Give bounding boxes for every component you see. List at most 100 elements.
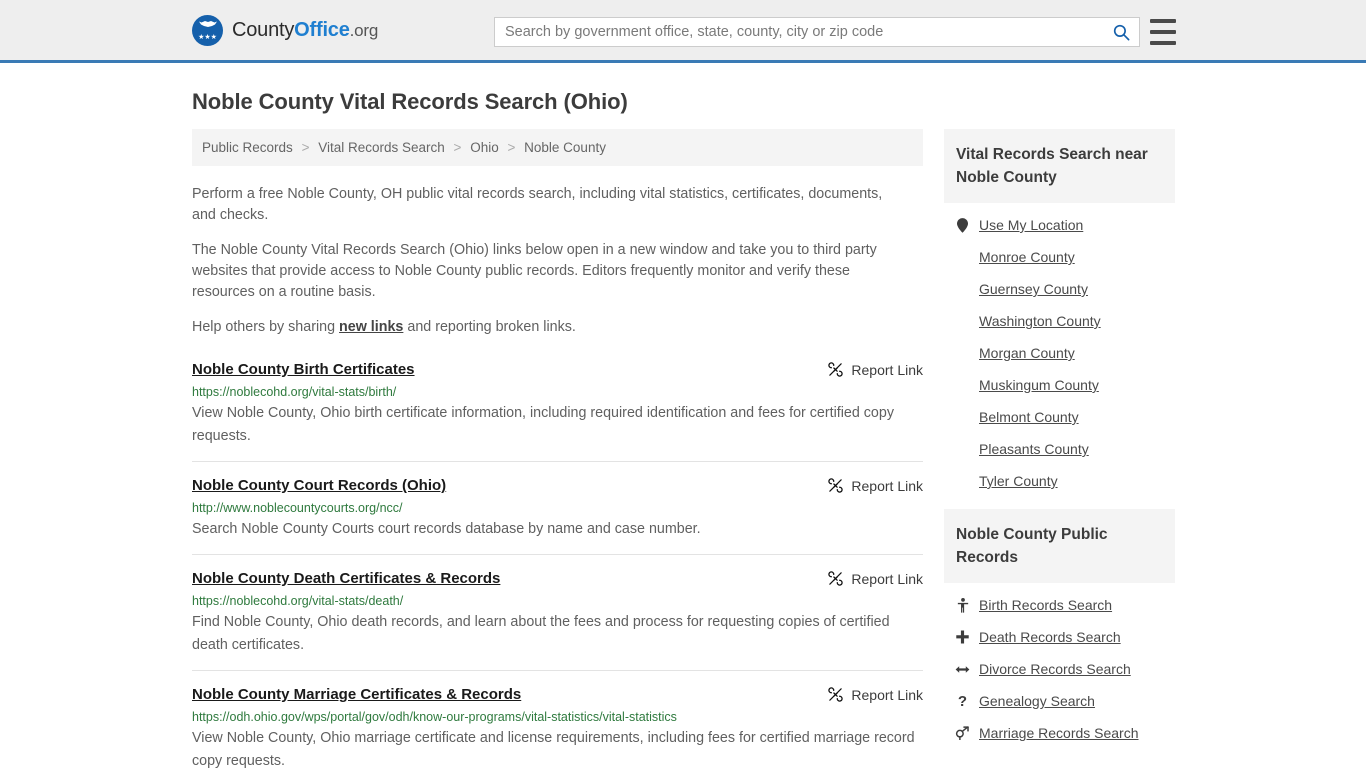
sidebar-list-item[interactable]: Divorce Records Search (944, 653, 1175, 685)
broken-link-icon (828, 687, 844, 702)
sidebar-list-item[interactable]: Birth Records Search (944, 589, 1175, 621)
result-title-link[interactable]: Noble County Court Records (Ohio) (192, 476, 446, 495)
search-bar[interactable] (494, 17, 1140, 47)
sidebar-item-label[interactable]: Death Records Search (979, 629, 1121, 645)
breadcrumb-separator: > (453, 140, 462, 155)
hamburger-menu-icon[interactable] (1150, 19, 1176, 45)
sidebar-list-item[interactable]: Monroe County (944, 241, 1175, 273)
report-link-label: Report Link (851, 477, 923, 494)
left-right-arrow-icon (955, 665, 970, 673)
breadcrumb-item-ohio[interactable]: Ohio (470, 140, 499, 155)
sidebar-list-item[interactable]: ? Genealogy Search (944, 685, 1175, 717)
menu-bar (1150, 19, 1176, 23)
sidebar-list-item[interactable]: Morgan County (944, 337, 1175, 369)
logo-text-county: County (232, 18, 295, 41)
menu-bar (1150, 41, 1176, 45)
sidebar-item-label[interactable]: Morgan County (979, 345, 1075, 361)
sidebar-item-label[interactable]: Use My Location (979, 217, 1083, 233)
baby-icon (957, 597, 968, 613)
site-header: ★★★ CountyOffice.org (0, 0, 1366, 63)
intro-text-before: Help others by sharing (192, 319, 340, 335)
result-item: Noble County Court Records (Ohio) Report… (192, 476, 923, 555)
nearby-vital-records-box: Vital Records Search near Noble County U… (944, 129, 1175, 501)
report-link-button[interactable]: Report Link (827, 477, 923, 494)
sidebar-item-label[interactable]: Guernsey County (979, 281, 1088, 297)
sidebar-list-item[interactable]: Pleasants County (944, 433, 1175, 465)
sidebar-list-item[interactable]: Death Records Search (944, 621, 1175, 653)
venus-mars-icon (955, 726, 970, 740)
logo-text-org: .org (349, 20, 379, 40)
result-header: Noble County Court Records (Ohio) Report… (192, 476, 923, 495)
sidebar-item-label[interactable]: Belmont County (979, 409, 1079, 425)
intro-paragraph-1: Perform a free Noble County, OH public v… (192, 186, 883, 223)
sidebar-item-label[interactable]: Washington County (979, 313, 1101, 329)
search-input[interactable] (495, 24, 1103, 40)
logo-text-office: Office (294, 18, 350, 41)
sidebar-item-label[interactable]: Tyler County (979, 473, 1058, 489)
sidebar-list-item[interactable]: Washington County (944, 305, 1175, 337)
sidebar-item-label[interactable]: Genealogy Search (979, 693, 1095, 709)
public-records-list: Birth Records Search Death Records Searc… (944, 583, 1175, 753)
result-item: Noble County Birth Certificates Report L… (192, 360, 923, 462)
result-url[interactable]: https://noblecohd.org/vital-stats/death/ (192, 593, 923, 609)
nearby-heading: Vital Records Search near Noble County (944, 129, 1175, 203)
logo-stars: ★★★ (198, 33, 217, 41)
result-title-link[interactable]: Noble County Marriage Certificates & Rec… (192, 685, 521, 704)
sidebar-item-label[interactable]: Monroe County (979, 249, 1075, 265)
result-url[interactable]: https://noblecohd.org/vital-stats/birth/ (192, 384, 923, 400)
result-description: Find Noble County, Ohio death records, a… (192, 614, 890, 653)
breadcrumb-item-public-records[interactable]: Public Records (202, 140, 293, 155)
sidebar-item-label[interactable]: Pleasants County (979, 441, 1089, 457)
sidebar-list-item[interactable]: Use My Location (944, 209, 1175, 241)
report-link-button[interactable]: Report Link (827, 361, 923, 378)
breadcrumb-separator: > (301, 140, 310, 155)
intro-paragraph-3: Help others by sharing new links and rep… (192, 317, 907, 338)
result-item: Noble County Marriage Certificates & Rec… (192, 685, 923, 768)
result-url[interactable]: https://odh.ohio.gov/wps/portal/gov/odh/… (192, 709, 923, 725)
result-header: Noble County Marriage Certificates & Rec… (192, 685, 923, 704)
sidebar-list-item[interactable]: Guernsey County (944, 273, 1175, 305)
broken-link-icon (828, 571, 844, 586)
report-link-button[interactable]: Report Link (827, 686, 923, 703)
map-pin-icon (955, 217, 970, 233)
sidebar-item-label[interactable]: Divorce Records Search (979, 661, 1131, 677)
search-button[interactable] (1103, 18, 1139, 46)
page-title: Noble County Vital Records Search (Ohio) (192, 89, 628, 114)
result-description: Search Noble County Courts court records… (192, 521, 701, 537)
result-description: View Noble County, Ohio marriage certifi… (192, 730, 915, 768)
content-columns: Public Records > Vital Records Search > … (192, 129, 1175, 768)
report-link-button[interactable]: Report Link (827, 570, 923, 587)
map-pin-icon (957, 217, 968, 233)
intro-section: Perform a free Noble County, OH public v… (192, 184, 923, 338)
sidebar-list-item[interactable]: Marriage Records Search (944, 717, 1175, 749)
new-links-link[interactable]: new links (339, 319, 403, 335)
logo-wordmark: CountyOffice.org (232, 19, 378, 42)
cross-icon (956, 630, 969, 644)
baby-icon (955, 597, 970, 613)
sidebar-item-label[interactable]: Muskingum County (979, 377, 1099, 393)
report-link-label: Report Link (851, 686, 923, 703)
page-container: Noble County Vital Records Search (Ohio)… (0, 89, 1366, 768)
breadcrumb-item-vital-records-search[interactable]: Vital Records Search (318, 140, 445, 155)
question-mark-icon: ? (957, 692, 968, 710)
result-url[interactable]: http://www.noblecountycourts.org/ncc/ (192, 500, 923, 516)
sidebar-item-label[interactable]: Marriage Records Search (979, 725, 1139, 741)
question-mark-icon: ? (955, 694, 970, 709)
broken-link-icon (828, 362, 844, 377)
public-records-heading: Noble County Public Records (944, 509, 1175, 583)
intro-text-after: and reporting broken links. (403, 319, 576, 335)
result-title-link[interactable]: Noble County Birth Certificates (192, 360, 415, 379)
left-right-arrow-icon (955, 664, 970, 675)
result-item: Noble County Death Certificates & Record… (192, 569, 923, 671)
sidebar-list-item[interactable]: Muskingum County (944, 369, 1175, 401)
sidebar-list-item[interactable]: Tyler County (944, 465, 1175, 497)
sidebar-item-label[interactable]: Birth Records Search (979, 597, 1112, 613)
eagle-seal-logo-icon: ★★★ (192, 14, 223, 46)
site-logo[interactable]: ★★★ CountyOffice.org (192, 14, 378, 46)
results-list: Noble County Birth Certificates Report L… (192, 360, 923, 768)
result-title-link[interactable]: Noble County Death Certificates & Record… (192, 569, 500, 588)
sidebar-list-item[interactable]: Belmont County (944, 401, 1175, 433)
broken-link-icon (828, 478, 844, 493)
venus-mars-icon (955, 726, 969, 740)
breadcrumb-item-noble-county[interactable]: Noble County (524, 140, 606, 155)
